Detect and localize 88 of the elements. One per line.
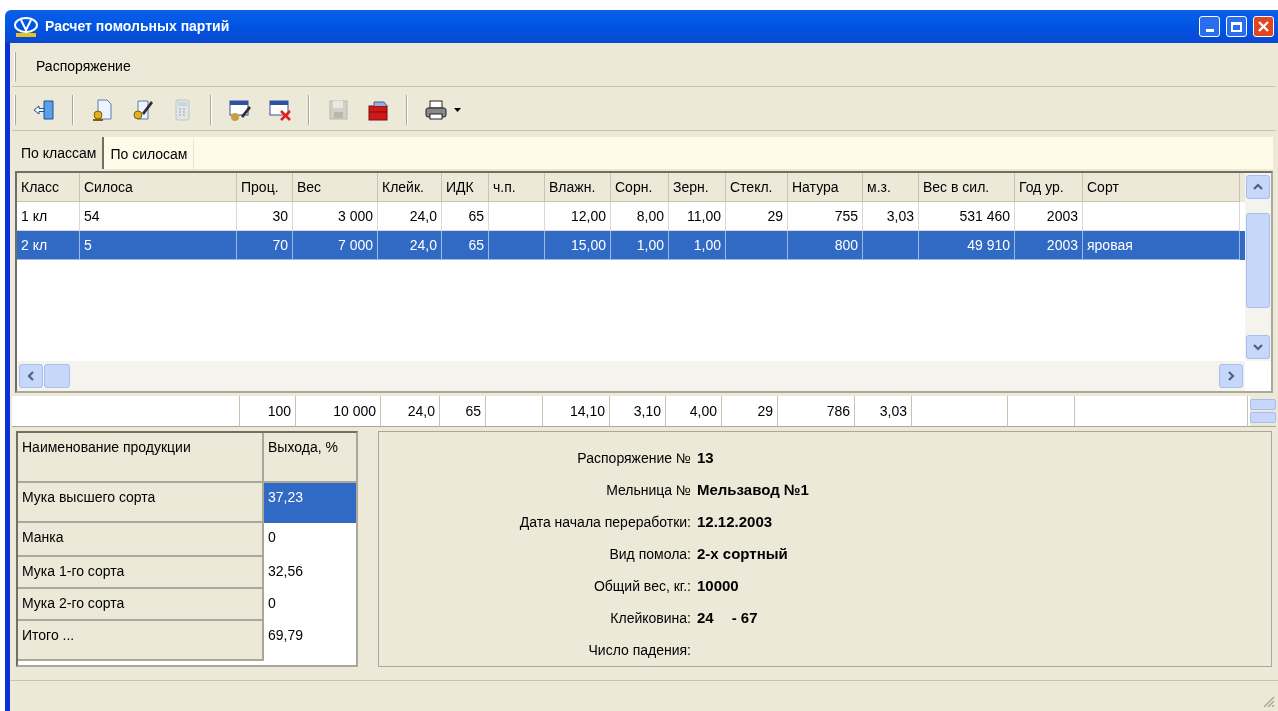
field-value: 10000 <box>697 575 739 596</box>
table-cell-text: 1,00 <box>693 235 721 255</box>
total-cell-text: 10 000 <box>333 401 376 421</box>
document-icon <box>90 97 114 122</box>
scroll-left-button[interactable] <box>19 364 43 388</box>
exit-door-icon <box>32 97 56 122</box>
tab[interactable]: По классам <box>15 137 105 169</box>
field-label: Клейковина: <box>609 608 692 628</box>
resize-grip-icon[interactable] <box>1263 696 1275 708</box>
total-cell-text: 14,10 <box>569 401 605 421</box>
table-cell-text: 15,00 <box>570 235 606 255</box>
app-logo-icon <box>13 15 39 38</box>
total-cell-text: 3,10 <box>633 401 661 421</box>
table-cell-text: 1,00 <box>636 235 664 255</box>
chevron-up-icon <box>1253 182 1263 192</box>
table-delete-icon <box>268 97 292 122</box>
field-value: 12.12.2003 <box>697 511 773 532</box>
total-cell-text: 65 <box>465 401 481 421</box>
chevron-right-icon <box>1226 371 1236 381</box>
dropdown-caret-icon <box>454 107 461 112</box>
close-button[interactable] <box>1253 16 1274 37</box>
minimize-button[interactable] <box>1199 16 1220 37</box>
table-cell-text: 755 <box>834 206 858 226</box>
table-cell-text: 65 <box>468 206 484 226</box>
table-cell-text: 7 000 <box>337 235 373 255</box>
table-cell-text: 49 910 <box>967 235 1010 255</box>
column-header: Выхода, % <box>264 433 356 483</box>
table-cell-text: 24,0 <box>409 235 437 255</box>
window-title: Расчет помольных партий <box>45 17 230 36</box>
table-cell-text: 29 <box>767 206 783 226</box>
column-header: Наименование продукции <box>18 433 264 483</box>
scroll-right-button[interactable] <box>1219 364 1243 388</box>
table-cell-text: 11,00 <box>687 206 721 226</box>
table-cell-text: 54 <box>84 206 100 226</box>
chevron-left-icon <box>26 371 36 381</box>
table-cell-text: яровая <box>1087 235 1133 255</box>
total-cell-text: 24,0 <box>407 401 435 421</box>
document-pencil-icon <box>130 97 154 122</box>
row-header: Мука высшего сорта <box>18 483 264 523</box>
table-cell[interactable]: 37,23 <box>264 483 356 523</box>
table-cell-text: 800 <box>834 235 858 255</box>
field-value: - 67 <box>731 607 758 628</box>
table-cell-text: 2003 <box>1046 235 1078 255</box>
row-header: Мука 1-го сорта <box>18 557 264 589</box>
row-header: Мука 2-го сорта <box>18 589 264 621</box>
scroll-thumb[interactable] <box>44 364 70 388</box>
total-cell-text: 29 <box>757 401 773 421</box>
total-cell-text: 786 <box>826 401 850 421</box>
table-cell-text: 30 <box>272 206 288 226</box>
table-row[interactable]: 2 кл 5 70 7 000 24,0 65 15,00 1,00 1,00 800 49 910 2003 яровая <box>17 231 1245 260</box>
row-header: Итого ... <box>18 621 264 661</box>
table-cell-text: 3 000 <box>337 206 373 226</box>
scroll-up-button[interactable] <box>1246 175 1270 199</box>
chevron-down-icon <box>1253 342 1263 352</box>
total-cell-text: 4,00 <box>689 401 717 421</box>
field-label: Общий вес, кг.: <box>592 576 692 596</box>
scroll-down-button[interactable] <box>1246 335 1270 359</box>
maximize-button[interactable] <box>1226 16 1247 37</box>
table-cell-text: 531 460 <box>959 206 1010 226</box>
field-value: 13 <box>697 447 714 468</box>
row-header: Манка <box>18 523 264 557</box>
field-label: Число падения: <box>587 640 692 660</box>
field-label: Мельница № <box>605 480 692 500</box>
horizontal-scrollbar[interactable] <box>17 361 1245 391</box>
table-cell-text: 24,0 <box>409 206 437 226</box>
field-label: Дата начала переработки: <box>518 512 692 532</box>
menu-item[interactable]: Распоряжение <box>34 56 133 77</box>
printer-icon <box>424 97 448 122</box>
table-cell-text: 1 кл <box>21 206 48 226</box>
table-cell-text: 65 <box>468 235 484 255</box>
field-value: 2-х сортный <box>697 543 788 564</box>
table-cell-text: 12,00 <box>570 206 606 226</box>
field-value: 24 <box>697 607 714 628</box>
table-cell-text: 5 <box>84 235 92 255</box>
field-value: Мельзавод №1 <box>697 479 809 500</box>
table-cell-text: 2003 <box>1046 206 1078 226</box>
total-cell-text: 100 <box>267 401 291 421</box>
table-cell-text: 8,00 <box>636 206 664 226</box>
vertical-scrollbar[interactable] <box>1245 173 1271 361</box>
scroll-thumb[interactable] <box>1246 213 1270 308</box>
field-label: Вид помола: <box>608 544 692 564</box>
field-label: Распоряжение № <box>576 448 692 468</box>
table-cell-text: 70 <box>272 235 288 255</box>
table-pencil-icon <box>228 97 252 122</box>
table-cell-text: 2 кл <box>21 235 48 255</box>
total-cell-text: 3,03 <box>879 401 907 421</box>
table-cell-text: 3,03 <box>886 206 914 226</box>
close-icon <box>1258 21 1269 32</box>
